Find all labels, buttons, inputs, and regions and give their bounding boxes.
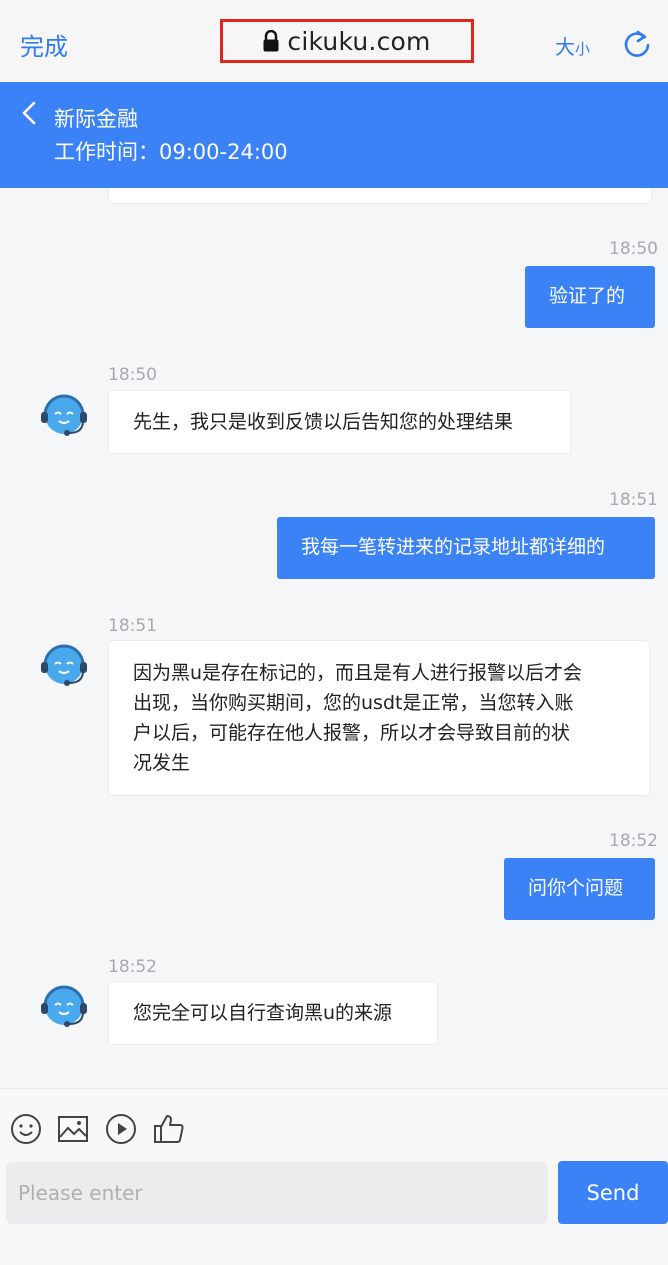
- previous-message-partial: [108, 188, 652, 204]
- size-small-label: 小: [575, 40, 591, 58]
- incoming-message[interactable]: 因为黑u是存在标记的，而且是有人进行报警以后才会 出现，当你购买期间，您的usd…: [108, 640, 650, 796]
- chat-title: 新际金融: [54, 107, 138, 131]
- message-time: 18:51: [108, 616, 157, 636]
- outgoing-message[interactable]: 问你个问题: [504, 858, 655, 920]
- message-time: 18:50: [108, 365, 157, 385]
- agent-avatar-icon: [41, 985, 87, 1027]
- outgoing-message[interactable]: 验证了的: [525, 266, 655, 328]
- message-text-line: 出现，当你购买期间，您的usdt是正常，当您转入账: [133, 692, 574, 714]
- done-button[interactable]: 完成: [20, 27, 68, 62]
- incoming-message[interactable]: 您完全可以自行查询黑u的来源: [108, 981, 438, 1045]
- send-button[interactable]: Send: [558, 1161, 668, 1224]
- refresh-icon[interactable]: [621, 27, 653, 59]
- message-list[interactable]: 18:50 验证了的 18:50 先生，我只是收到反馈以后告知您的处理结果 18…: [0, 188, 668, 1088]
- message-text-line: 况发生: [133, 752, 191, 774]
- chat-header: [0, 82, 668, 188]
- lock-icon: [263, 30, 279, 52]
- agent-avatar-icon: [41, 644, 87, 686]
- message-text: 您完全可以自行查询黑u的来源: [133, 1002, 393, 1024]
- message-time: 18:52: [609, 831, 658, 851]
- size-big-label: 大: [555, 35, 575, 59]
- message-text: 问你个问题: [528, 877, 624, 899]
- back-arrow-icon[interactable]: [20, 100, 38, 126]
- video-icon[interactable]: [104, 1112, 138, 1146]
- browser-toolbar: 完成 cikuku.com 大小: [0, 0, 668, 83]
- message-text: 验证了的: [549, 285, 626, 307]
- image-icon[interactable]: [56, 1112, 90, 1146]
- message-time: 18:50: [609, 239, 658, 259]
- message-text: 我每一笔转进来的记录地址都详细的: [301, 536, 606, 558]
- outgoing-message[interactable]: 我每一笔转进来的记录地址都详细的: [277, 517, 655, 579]
- message-input[interactable]: [6, 1162, 548, 1224]
- message-text: 先生，我只是收到反馈以后告知您的处理结果: [133, 411, 514, 433]
- emoji-icon[interactable]: [9, 1112, 43, 1146]
- agent-avatar-icon: [41, 394, 87, 436]
- thumbs-up-icon[interactable]: [152, 1112, 186, 1146]
- message-time: 18:52: [108, 957, 157, 977]
- working-hours: 工作时间：09:00-24:00: [54, 140, 288, 164]
- address-bar[interactable]: cikuku.com: [220, 19, 474, 63]
- message-text-line: 因为黑u是存在标记的，而且是有人进行报警以后才会: [133, 662, 583, 684]
- message-text-line: 户以后，可能存在他人报警，所以才会导致目前的状: [133, 722, 571, 744]
- text-size-button[interactable]: 大小: [555, 31, 590, 60]
- url-text: cikuku.com: [287, 26, 431, 56]
- incoming-message[interactable]: 先生，我只是收到反馈以后告知您的处理结果: [108, 390, 571, 454]
- message-time: 18:51: [609, 490, 658, 510]
